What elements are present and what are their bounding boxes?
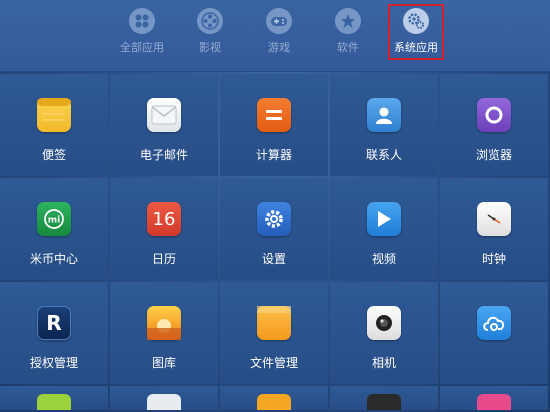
- app-tile-video[interactable]: 视频: [330, 178, 438, 280]
- app-label: 视频: [371, 252, 396, 266]
- app-label: 时钟: [481, 252, 506, 266]
- app-label: 浏览器: [475, 148, 512, 162]
- category-movies[interactable]: 影视: [178, 6, 242, 62]
- app-tile-partial[interactable]: [330, 386, 438, 410]
- folder-icon: [257, 306, 291, 340]
- app-tile-notes[interactable]: 便签: [0, 74, 108, 176]
- clock-icon: [477, 202, 511, 236]
- app-tile-browser[interactable]: 浏览器: [440, 74, 548, 176]
- category-games[interactable]: 游戏: [247, 6, 311, 62]
- app-label: 相机: [371, 356, 396, 370]
- contacts-icon: [367, 98, 401, 132]
- envelope-icon: [147, 98, 181, 132]
- notes-icon: [37, 98, 71, 132]
- film-reel-icon: [197, 8, 223, 34]
- r-shield-icon: R: [37, 306, 71, 340]
- app-tile-contacts[interactable]: 联系人: [330, 74, 438, 176]
- dots-grid-icon: [129, 8, 155, 34]
- category-label: 软件: [337, 41, 359, 54]
- app-tile-calculator[interactable]: 计算器: [220, 74, 328, 176]
- app-label: 日历: [151, 252, 176, 266]
- mi-coin-icon: mi: [37, 202, 71, 236]
- app-label: 计算器: [255, 148, 292, 162]
- app-tile-partial[interactable]: [440, 386, 548, 410]
- app-tile-authorization[interactable]: R 授权管理: [0, 282, 108, 384]
- category-software[interactable]: 软件: [316, 6, 380, 62]
- cloud-icon: [477, 306, 511, 340]
- app-tile-mi-coin[interactable]: mi 米币中心: [0, 178, 108, 280]
- browser-icon: [477, 98, 511, 132]
- app-tile-camera[interactable]: 相机: [330, 282, 438, 384]
- play-icon: [367, 202, 401, 236]
- camera-icon: [367, 306, 401, 340]
- app-label: 米币中心: [29, 252, 78, 266]
- app-grid: 便签 电子邮件 计算器 联系人 浏览器 mi 米币中心 16 日历 设置 视频 …: [0, 72, 550, 412]
- category-label: 系统应用: [394, 41, 438, 54]
- gears-icon: [403, 8, 429, 34]
- category-label: 游戏: [268, 41, 290, 54]
- category-label: 全部应用: [120, 41, 164, 54]
- gamepad-icon: [266, 8, 292, 34]
- calculator-icon: [257, 98, 291, 132]
- calendar-day: 16: [152, 208, 176, 230]
- calendar-icon: 16: [147, 202, 181, 236]
- star-icon: [335, 8, 361, 34]
- settings-gear-icon: [257, 202, 291, 236]
- gallery-icon: [147, 306, 181, 340]
- app-label: 文件管理: [249, 356, 298, 370]
- category-all-apps[interactable]: 全部应用: [110, 6, 174, 62]
- app-label: 设置: [261, 252, 286, 266]
- app-tile-email[interactable]: 电子邮件: [110, 74, 218, 176]
- app-tile-calendar[interactable]: 16 日历: [110, 178, 218, 280]
- app-tile-clock[interactable]: 时钟: [440, 178, 548, 280]
- app-label: 电子邮件: [139, 148, 188, 162]
- app-label: 联系人: [365, 148, 402, 162]
- app-tile-cloud[interactable]: [440, 282, 548, 384]
- app-tile-partial[interactable]: [220, 386, 328, 410]
- app-tile-settings[interactable]: 设置: [220, 178, 328, 280]
- category-system-apps[interactable]: 系统应用: [388, 4, 444, 60]
- category-label: 影视: [199, 41, 221, 54]
- app-tile-partial[interactable]: [110, 386, 218, 410]
- app-label: 授权管理: [29, 356, 78, 370]
- app-label: 便签: [41, 148, 66, 162]
- app-label: 图库: [151, 356, 176, 370]
- app-tile-file-manager[interactable]: 文件管理: [220, 282, 328, 384]
- app-tile-partial[interactable]: [0, 386, 108, 410]
- category-bar: 全部应用 影视 游戏 软件 系统应用: [0, 0, 550, 72]
- app-tile-gallery[interactable]: 图库: [110, 282, 218, 384]
- svg-text:mi: mi: [48, 216, 60, 226]
